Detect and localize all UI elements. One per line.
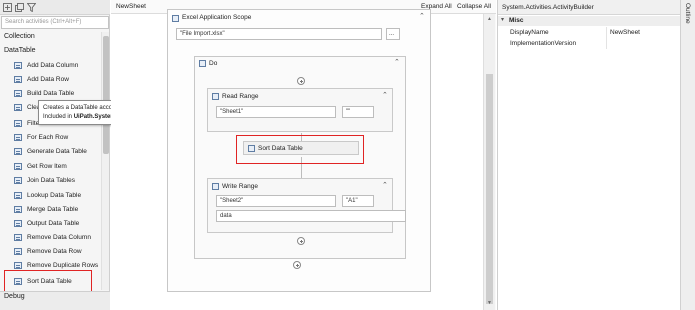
- activity-icon: [14, 206, 22, 213]
- activity-output-data-table[interactable]: Output Data Table: [14, 217, 102, 230]
- activity-remove-data-column[interactable]: Remove Data Column: [14, 231, 102, 244]
- activity-icon: [14, 220, 22, 227]
- activities-scroll-thumb[interactable]: [103, 36, 109, 154]
- properties-header: System.Activities.ActivityBuilder: [498, 0, 681, 15]
- outline-label: Outline: [684, 3, 691, 24]
- read-range-title: Read Range: [222, 93, 259, 100]
- add-activity-icon[interactable]: [293, 261, 301, 269]
- property-row-implementationversion[interactable]: ImplementationVersion: [498, 38, 681, 49]
- collapse-all-link[interactable]: Collapse All: [457, 3, 491, 10]
- activity-add-data-column[interactable]: Add Data Column: [14, 59, 102, 72]
- activity-join-data-tables[interactable]: Join Data Tables: [14, 174, 102, 187]
- activity-icon: [14, 90, 22, 97]
- read-range-field[interactable]: "": [342, 106, 374, 118]
- category-datatable[interactable]: DataTable: [4, 47, 36, 54]
- collapse-chevron-icon[interactable]: ⌃: [419, 13, 425, 20]
- activity-icon: [14, 148, 22, 155]
- collapse-chevron-icon[interactable]: ⌃: [382, 182, 388, 189]
- sequence-icon: [199, 60, 206, 67]
- do-title: Do: [209, 60, 218, 67]
- activity-generate-data-table[interactable]: Generate Data Table: [14, 145, 102, 158]
- collapse-triangle-icon[interactable]: ▾: [501, 17, 504, 24]
- excel-scope-title: Excel Application Scope: [182, 14, 252, 21]
- expand-tree-icon[interactable]: [3, 3, 12, 12]
- activity-icon: [14, 104, 22, 111]
- add-activity-icon[interactable]: [297, 237, 305, 245]
- activities-toolbar: [0, 0, 110, 15]
- designer-scroll-thumb[interactable]: [486, 74, 493, 304]
- activity-icon: [14, 120, 22, 127]
- debug-panel-tab[interactable]: Debug: [0, 291, 110, 310]
- browse-button[interactable]: ...: [386, 28, 400, 40]
- collapse-chevron-icon[interactable]: ⌃: [394, 59, 400, 66]
- activity-lookup-data-table[interactable]: Lookup Data Table: [14, 189, 102, 202]
- activity-icon: [14, 163, 22, 170]
- activity-icon: [14, 62, 22, 69]
- activity-remove-data-row[interactable]: Remove Data Row: [14, 245, 102, 258]
- collapse-tree-icon[interactable]: [15, 3, 24, 12]
- activity-icon: [14, 134, 22, 141]
- activity-icon: [14, 248, 22, 255]
- activities-panel: Search activities (Ctrl+Alt+F) Collectio…: [0, 0, 110, 310]
- write-range-title: Write Range: [222, 183, 259, 190]
- misc-category-label: Misc: [509, 17, 524, 24]
- excel-scope-icon: [172, 15, 179, 22]
- displayname-value[interactable]: NewSheet: [610, 29, 640, 36]
- activity-build-data-table[interactable]: Build Data Table: [14, 87, 102, 100]
- write-sheet-field[interactable]: "Sheet2": [216, 195, 336, 207]
- datatable-field[interactable]: data: [216, 210, 406, 222]
- activity-icon: [14, 76, 22, 83]
- properties-title: System.Activities.ActivityBuilder: [502, 4, 594, 11]
- workbook-path-field[interactable]: "File Import.xlsx": [176, 28, 382, 40]
- filter-icon[interactable]: [27, 3, 36, 12]
- add-activity-icon[interactable]: [297, 77, 305, 85]
- activity-icon: [14, 177, 22, 184]
- activity-icon: [14, 192, 22, 199]
- sort-activity-highlight: [236, 135, 364, 164]
- activity-icon: [14, 262, 22, 269]
- designer-scrollbar[interactable]: ▲ ▼: [483, 14, 495, 310]
- read-range-icon: [212, 93, 219, 100]
- activity-icon: [14, 234, 22, 241]
- scroll-down-icon[interactable]: ▼: [487, 300, 492, 306]
- write-range-activity[interactable]: Write Range ⌃ "Sheet2" "A1" data: [207, 178, 406, 233]
- activity-get-row-item[interactable]: Get Row Item: [14, 160, 102, 173]
- read-sheet-field[interactable]: "Sheet1": [216, 106, 336, 118]
- collapse-chevron-icon[interactable]: ⌃: [382, 92, 388, 99]
- activities-scrollbar[interactable]: [101, 32, 109, 290]
- sort-activity-highlight: [4, 270, 92, 292]
- outline-side-tab[interactable]: Outline: [680, 0, 695, 310]
- misc-category[interactable]: ▾ Misc: [498, 16, 681, 26]
- read-range-activity[interactable]: Read Range ⌃ "Sheet1" "": [207, 88, 393, 132]
- properties-panel: System.Activities.ActivityBuilder ▾ Misc…: [497, 0, 681, 310]
- write-range-field[interactable]: "A1": [342, 195, 374, 207]
- activity-add-data-row[interactable]: Add Data Row: [14, 73, 102, 86]
- search-activities-input[interactable]: Search activities (Ctrl+Alt+F): [1, 16, 109, 29]
- workflow-title: NewSheet: [116, 3, 146, 10]
- write-range-icon: [212, 183, 219, 190]
- property-row-displayname[interactable]: DisplayName NewSheet: [498, 27, 681, 38]
- activity-merge-data-table[interactable]: Merge Data Table: [14, 203, 102, 216]
- activity-for-each-row[interactable]: For Each Row: [14, 131, 102, 144]
- scroll-up-icon[interactable]: ▲: [487, 16, 492, 22]
- debug-label: Debug: [4, 293, 25, 300]
- category-collection[interactable]: Collection: [4, 33, 35, 40]
